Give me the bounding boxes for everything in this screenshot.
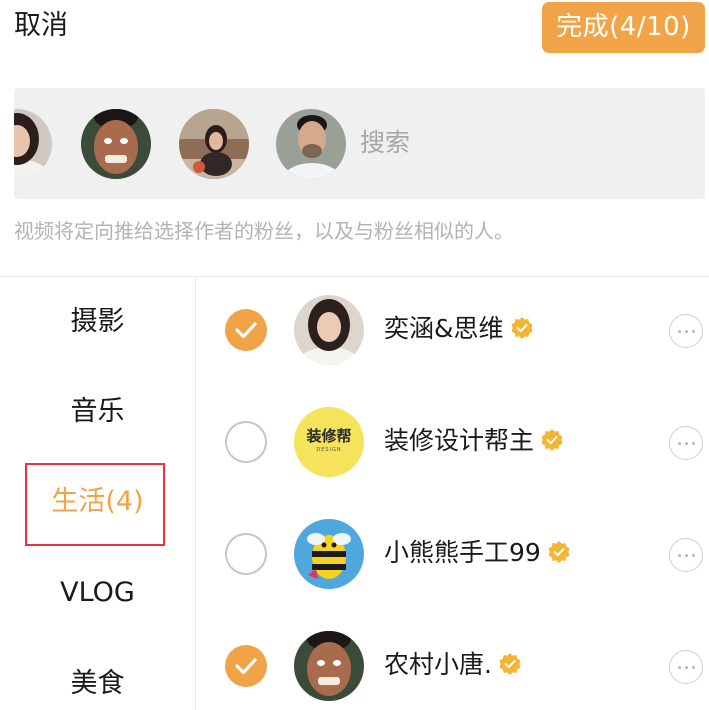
cancel-button[interactable]: 取消: [14, 8, 68, 44]
author-row[interactable]: 农村小唐.: [196, 610, 709, 710]
more-icon[interactable]: [669, 538, 703, 572]
highlight-box: [25, 463, 165, 546]
selected-avatar-2[interactable]: [81, 109, 151, 179]
logo-text: 装修帮: [306, 427, 352, 445]
verified-badge-icon: [541, 429, 563, 451]
author-avatar: [294, 631, 364, 701]
more-icon[interactable]: [669, 426, 703, 460]
author-name: 小熊熊手工99: [384, 536, 571, 570]
category-music[interactable]: 音乐: [0, 392, 195, 432]
verified-badge-icon: [548, 541, 570, 563]
author-name: 农村小唐.: [384, 648, 522, 682]
search-input[interactable]: 搜索: [360, 125, 410, 161]
author-name-text: 装修设计帮主: [384, 426, 535, 455]
more-icon[interactable]: [669, 650, 703, 684]
check-icon[interactable]: [225, 309, 267, 351]
author-avatar: 装修帮 DESIGN: [294, 407, 364, 477]
selected-avatar-3[interactable]: [179, 109, 249, 179]
targeting-hint: 视频将定向推给选择作者的粉丝，以及与粉丝相似的人。: [14, 219, 514, 243]
author-name-text: 奕涵&思维: [384, 314, 504, 343]
author-name-text: 小熊熊手工99: [384, 538, 541, 567]
logo-subtext: DESIGN: [316, 447, 342, 453]
author-name: 奕涵&思维: [384, 312, 534, 346]
author-name-text: 农村小唐.: [384, 650, 492, 679]
selected-avatar-4[interactable]: [276, 109, 346, 179]
selected-avatar-1[interactable]: [14, 109, 52, 179]
verified-badge-icon: [499, 653, 521, 675]
top-bar: 取消 完成(4/10): [0, 0, 709, 62]
check-icon[interactable]: [225, 421, 267, 463]
author-row[interactable]: 奕涵&思维: [196, 274, 709, 386]
check-icon[interactable]: [225, 645, 267, 687]
category-food[interactable]: 美食: [0, 664, 195, 704]
category-vlog[interactable]: VLOG: [0, 573, 195, 613]
author-avatar: [294, 295, 364, 365]
category-photography[interactable]: 摄影: [0, 302, 195, 342]
verified-badge-icon: [511, 317, 532, 339]
author-avatar: [294, 519, 364, 589]
author-row[interactable]: 装修帮 DESIGN 装修设计帮主: [196, 386, 709, 498]
author-row[interactable]: 小熊熊手工99: [196, 498, 709, 610]
author-name: 装修设计帮主: [384, 424, 564, 458]
selected-authors-search-bar[interactable]: 搜索: [14, 88, 705, 199]
done-button[interactable]: 完成(4/10): [542, 2, 705, 53]
check-icon[interactable]: [225, 533, 267, 575]
more-icon[interactable]: [669, 314, 703, 348]
